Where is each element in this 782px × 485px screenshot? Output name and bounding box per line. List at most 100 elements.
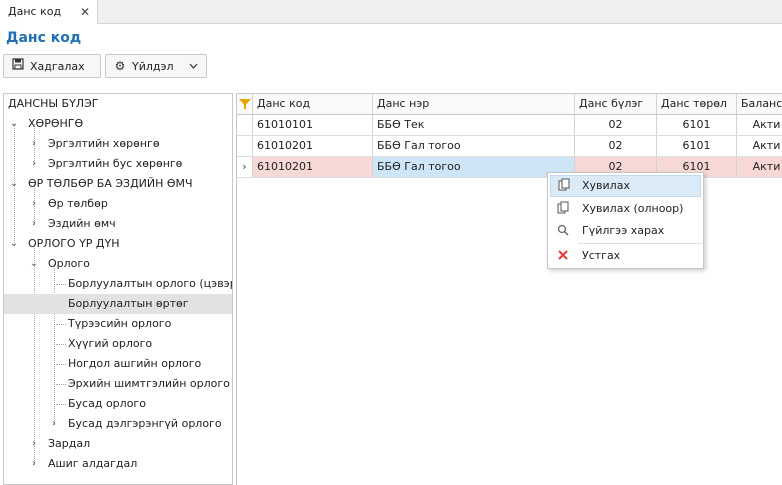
tree-item-dividend-income[interactable]: Ногдол ашгийн орлого (4, 354, 232, 374)
row-indicator[interactable] (237, 115, 253, 135)
tree-item-profit-loss[interactable]: › Ашиг алдагдал (4, 454, 232, 474)
save-icon (10, 55, 26, 77)
menu-item-view-transactions[interactable]: Гүйлгээ харах (550, 220, 701, 242)
cell-account-group[interactable]: 02 (575, 136, 657, 156)
tree-item-label: Зардал (48, 437, 91, 450)
filter-toggle[interactable] (237, 94, 253, 114)
chevron-down-icon[interactable]: ⌄ (28, 254, 40, 274)
filter-icon (239, 99, 251, 109)
table-row[interactable]: 61010201 ББӨ Гал тогоо 02 6101 Акти (237, 136, 782, 157)
account-code-grid: Данс код Данс нэр Данс бүлэг Данс төрөл … (236, 93, 782, 485)
chevron-down-icon[interactable]: ⌄ (8, 234, 20, 254)
menu-item-label: Устгах (582, 249, 621, 262)
menu-item-copy[interactable]: Хувилах (550, 175, 701, 197)
tab-dans-kod[interactable]: Данс код ✕ (0, 0, 98, 24)
tree-item-noncurrent-assets[interactable]: › Эргэлтийн бус хөрөнгө (4, 154, 232, 174)
tree-item-label: Орлого (48, 257, 90, 270)
chevron-right-icon[interactable]: › (28, 134, 40, 154)
cell-account-type[interactable]: 6101 (657, 136, 737, 156)
menu-item-label: Хувилах (олноор) (582, 202, 684, 215)
tree-item-income-result[interactable]: ⌄ ОРЛОГО ҮР ДҮН (4, 234, 232, 254)
save-button-label: Хадгалах (30, 60, 85, 73)
tree-item-label: ӨР ТӨЛБӨР БА ЭЗДИЙН ӨМЧ (28, 177, 193, 190)
cell-account-name-focused[interactable]: ББӨ Гал тогоо (373, 157, 575, 177)
tree-item-label: Эрхийн шимтгэлийн орлого (68, 377, 230, 390)
chevron-down-icon[interactable]: ⌄ (8, 174, 20, 194)
tree-item-liabilities[interactable]: › Өр төлбөр (4, 194, 232, 214)
tree-item-royalty-income[interactable]: Эрхийн шимтгэлийн орлого (4, 374, 232, 394)
chevron-right-icon[interactable]: › (28, 434, 40, 454)
column-header-account-type[interactable]: Данс төрөл (657, 94, 737, 114)
tree-item-label: Борлуулалтын орлого (цэвэр) (68, 277, 233, 290)
tree-item-cost-of-sales[interactable]: Борлуулалтын өртөг (4, 294, 232, 314)
tree-item-label: Өр төлбөр (48, 197, 108, 210)
menu-separator (578, 243, 702, 244)
menu-item-delete[interactable]: Устгах (550, 245, 701, 267)
tree-item-equity[interactable]: › Эздийн өмч (4, 214, 232, 234)
tree-item-label: ХӨРӨНГӨ (28, 117, 84, 130)
tree-header: ДАНСНЫ БҮЛЭГ (4, 94, 232, 114)
chevron-right-icon[interactable]: › (28, 454, 40, 474)
tree-item-expenses[interactable]: › Зардал (4, 434, 232, 454)
actions-dropdown-button[interactable]: ⚙ Үйлдэл (105, 54, 207, 78)
tree-item-label: Түрээсийн орлого (68, 317, 172, 330)
tree-item-label: Ашиг алдагдал (48, 457, 138, 470)
column-header-account-name[interactable]: Данс нэр (373, 94, 575, 114)
tree-item-other-detailed-income[interactable]: › Бусад дэлгэрэнгүй орлого (4, 414, 232, 434)
menu-item-copy-multiple[interactable]: Хувилах (олноор) (550, 198, 701, 220)
tree-item-income[interactable]: ⌄ Орлого (4, 254, 232, 274)
grid-header: Данс код Данс нэр Данс бүлэг Данс төрөл … (237, 94, 782, 115)
cell-balance[interactable]: Акти (737, 136, 782, 156)
cell-balance[interactable]: Акти (737, 115, 782, 135)
tab-bar: Данс код ✕ (0, 0, 782, 24)
column-header-account-group[interactable]: Данс бүлэг (575, 94, 657, 114)
tree-item-label: Ногдол ашгийн орлого (68, 357, 202, 370)
tree-item-label: Эздийн өмч (48, 217, 116, 230)
tree-item-label: Эргэлтийн хөрөнгө (48, 137, 160, 150)
tree-header-label: ДАНСНЫ БҮЛЭГ (8, 97, 99, 110)
column-header-account-code[interactable]: Данс код (253, 94, 373, 114)
tree-item-label: Эргэлтийн бус хөрөнгө (48, 157, 183, 170)
context-menu: Хувилах Хувилах (олноор) Гүйлгээ харах У… (547, 172, 704, 269)
cell-account-code[interactable]: 61010101 (253, 115, 373, 135)
tree-item-label: ОРЛОГО ҮР ДҮН (28, 237, 120, 250)
tree-item-label: Хүүгий орлого (68, 337, 153, 350)
account-group-tree: ДАНСНЫ БҮЛЭГ ⌄ ХӨРӨНГӨ › Эргэлтийн хөрөн… (3, 93, 233, 485)
row-indicator-current[interactable]: › (237, 157, 253, 177)
table-row[interactable]: 61010101 ББӨ Тек 02 6101 Акти (237, 115, 782, 136)
tree-item-assets[interactable]: ⌄ ХӨРӨНГӨ (4, 114, 232, 134)
page-title: Данс код (6, 30, 82, 46)
tree-item-interest-income[interactable]: Хүүгий орлого (4, 334, 232, 354)
chevron-right-icon[interactable]: › (28, 214, 40, 234)
close-icon[interactable]: ✕ (78, 0, 92, 24)
column-header-balance[interactable]: Баланс на (737, 94, 782, 114)
cell-account-name[interactable]: ББӨ Тек (373, 115, 575, 135)
tree-item-sales-revenue[interactable]: Борлуулалтын орлого (цэвэр) (4, 274, 232, 294)
cell-balance[interactable]: Акти (737, 157, 782, 177)
tree-item-label: Бусад дэлгэрэнгүй орлого (68, 417, 222, 430)
tab-label: Данс код (8, 5, 62, 18)
delete-icon (555, 245, 571, 274)
cell-account-code[interactable]: 61010201 (253, 136, 373, 156)
tree-item-current-assets[interactable]: › Эргэлтийн хөрөнгө (4, 134, 232, 154)
tree-item-liabilities-equity[interactable]: ⌄ ӨР ТӨЛБӨР БА ЭЗДИЙН ӨМЧ (4, 174, 232, 194)
chevron-right-icon[interactable]: › (28, 194, 40, 214)
row-indicator[interactable] (237, 136, 253, 156)
chevron-right-icon[interactable]: › (48, 414, 60, 434)
tree-item-label: Бусад орлого (68, 397, 146, 410)
actions-button-label: Үйлдэл (132, 60, 174, 73)
cell-account-type[interactable]: 6101 (657, 115, 737, 135)
tree-item-rental-income[interactable]: Түрээсийн орлого (4, 314, 232, 334)
chevron-down-icon (189, 55, 198, 86)
cell-account-group[interactable]: 02 (575, 115, 657, 135)
cell-account-name[interactable]: ББӨ Гал тогоо (373, 136, 575, 156)
save-button[interactable]: Хадгалах (3, 54, 101, 78)
tree-item-other-income[interactable]: Бусад орлого (4, 394, 232, 414)
chevron-down-icon[interactable]: ⌄ (8, 114, 20, 134)
tree-item-label: Борлуулалтын өртөг (68, 297, 189, 310)
gear-icon: ⚙ (114, 59, 126, 73)
chevron-right-icon[interactable]: › (28, 154, 40, 174)
menu-item-label: Хувилах (582, 179, 630, 192)
cell-account-code[interactable]: 61010201 (253, 157, 373, 177)
menu-item-label: Гүйлгээ харах (582, 224, 665, 237)
